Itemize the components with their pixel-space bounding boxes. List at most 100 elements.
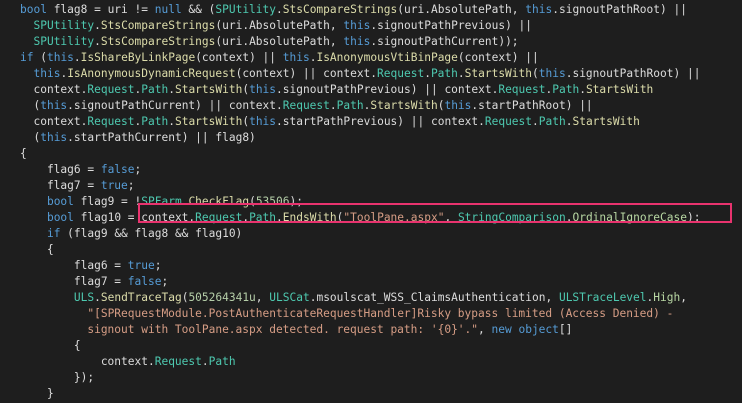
code-token: , <box>444 211 458 224</box>
code-line: context.Request.Path.StartsWith(this.sig… <box>20 82 653 98</box>
code-token: Path <box>141 83 169 96</box>
code-token: . <box>552 3 559 16</box>
code-token: flag7 = <box>20 179 101 192</box>
code-token: IsAnonymousVtiBinPage <box>316 51 458 64</box>
code-token: this <box>343 35 371 48</box>
code-token: { <box>20 147 27 160</box>
code-token: this <box>40 99 68 112</box>
code-token: bool <box>46 195 74 208</box>
code-line: "[SPRequestModule.PostAuthenticateReques… <box>20 306 673 322</box>
code-line: }); <box>20 370 94 386</box>
code-token: signoutPathRoot <box>558 3 661 16</box>
code-token: , <box>329 35 344 48</box>
code-token: . <box>532 115 539 128</box>
code-token: . <box>329 99 337 112</box>
code-token: context. <box>20 115 88 128</box>
code-token: flag6 = <box>20 259 128 272</box>
code-token: this <box>33 67 61 80</box>
code-line: ULS.SendTraceTag(505264341u, ULSCat.msou… <box>20 290 687 306</box>
code-token: , <box>511 3 526 16</box>
code-line: if (this.IsShareByLinkPage(context) || t… <box>20 50 539 66</box>
code-token: Request <box>87 115 135 128</box>
code-token: SendTraceTag <box>100 291 182 304</box>
code-token: this <box>525 3 553 16</box>
code-token: true <box>100 179 128 192</box>
code-token: object <box>518 323 559 336</box>
code-token: true <box>127 259 155 272</box>
code-token: if <box>20 51 34 64</box>
code-line: flag7 = false; <box>20 274 168 290</box>
code-line: (this.startPathCurrent) || flag8) <box>20 130 255 146</box>
code-token: ); <box>686 211 701 224</box>
code-token: && ( <box>181 3 216 16</box>
code-token: ) || <box>505 19 533 32</box>
code-token: { <box>20 243 54 256</box>
code-token: signoutPathPrevious <box>377 19 506 32</box>
code-token: StartsWith <box>585 83 654 96</box>
code-token: . <box>94 291 101 304</box>
code-editor: bool flag8 = uri != null && (SPUtility.S… <box>0 0 742 403</box>
code-token: this <box>40 131 68 144</box>
code-line: bool flag10 = context.Request.Path.EndsW… <box>20 210 701 226</box>
code-line: flag6 = false; <box>20 162 141 178</box>
code-token: ) || context. <box>410 83 499 96</box>
code-token: Request <box>377 67 425 80</box>
code-token: ; <box>127 179 135 192</box>
code-token: High <box>653 291 681 304</box>
code-token: this <box>46 51 74 64</box>
code-token: (flag9 && flag8 && flag10) <box>60 227 243 240</box>
code-token: false <box>127 275 162 288</box>
code-token: SPUtility <box>215 3 276 16</box>
code-line: { <box>20 338 81 354</box>
code-token: (context) || context. <box>235 67 378 80</box>
code-token: ( <box>20 99 41 112</box>
code-token: SPUtility <box>33 35 95 48</box>
code-token: signoutPathRoot <box>572 67 674 80</box>
code-token: (uri. <box>215 35 250 48</box>
code-token: 505264341u <box>188 291 256 304</box>
code-token: ); <box>289 195 303 208</box>
code-token: Path <box>552 83 580 96</box>
code-token: ( <box>33 51 47 64</box>
code-token: . <box>579 83 586 96</box>
code-token: . <box>457 67 465 80</box>
code-token: AbsolutePath <box>249 35 330 48</box>
code-token: bool <box>46 211 74 224</box>
code-token: flag8 = uri != <box>46 3 155 16</box>
code-token: ; <box>161 275 169 288</box>
code-token: AbsolutePath <box>430 3 512 16</box>
code-line: context.Request.Path.StartsWith(this.sta… <box>20 114 640 130</box>
code-token: . <box>73 51 81 64</box>
code-token: { <box>20 339 81 352</box>
code-token: flag7 = <box>20 275 128 288</box>
code-token: . <box>201 355 209 368</box>
code-token: ULSTraceLevel <box>558 291 647 304</box>
code-line: if (flag9 && flag8 && flag10) <box>20 226 242 242</box>
code-token: Request <box>498 83 546 96</box>
code-line: { <box>20 146 27 162</box>
code-line: signout with ToolPane.aspx detected. req… <box>20 322 572 338</box>
code-token: , <box>478 323 492 336</box>
code-token: , <box>680 291 687 304</box>
code-line: (this.signoutPathCurrent) || context.Req… <box>20 98 592 114</box>
code-token: Request <box>195 211 243 224</box>
code-token: flag10 = <box>73 211 142 224</box>
code-token: startPathCurrent <box>73 131 182 144</box>
code-token: (uri. <box>397 3 431 16</box>
code-token: signoutPathPrevious <box>282 83 411 96</box>
code-token: ) || context. <box>397 115 485 128</box>
code-token: Path <box>208 355 236 368</box>
code-token: "[SPRequestModule.PostAuthenticateReques… <box>87 307 674 320</box>
code-token: StartsWith <box>572 115 640 128</box>
code-token: SPUtility <box>33 19 95 32</box>
code-token: new <box>491 323 512 336</box>
code-token: , <box>255 291 270 304</box>
code-token: Path <box>141 115 169 128</box>
code-token: (context) || <box>195 51 283 64</box>
code-token: startPathPrevious <box>282 115 398 128</box>
